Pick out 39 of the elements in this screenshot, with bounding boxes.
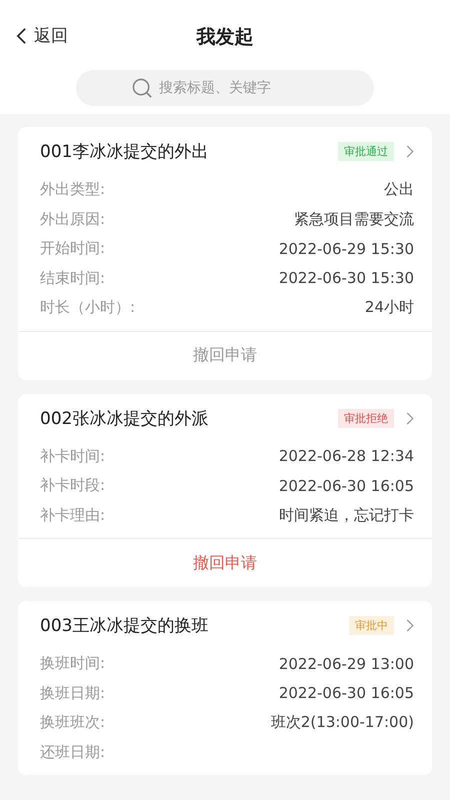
field-value: 2022-06-30 16:05 <box>278 684 414 702</box>
field-label: 外出原因: <box>40 210 106 229</box>
status-tag: 审批拒绝 <box>338 408 394 428</box>
field-label: 换班班次: <box>40 713 106 732</box>
field-label: 换班日期: <box>40 684 106 703</box>
request-card[interactable]: 002张冰冰提交的外派 审批拒绝 补卡时间: 2022-06-28 12:34 补卡时段: 2022-06-30 16:05 补卡理由: 时间紧迫，忘记打卡 撤回申请 <box>18 394 432 587</box>
chevron-right-icon <box>406 145 414 158</box>
field-value: 公出 <box>384 180 414 200</box>
card-title: 002张冰冰提交的外派 <box>40 408 210 430</box>
field-label: 补卡时段: <box>40 476 106 496</box>
status-tag: 审批中 <box>349 616 394 635</box>
field-value: 班次2(13:00-17:00) <box>270 713 414 732</box>
status-tag: 审批通过 <box>338 142 394 161</box>
field-label: 换班时间: <box>40 654 106 674</box>
request-card[interactable]: 003王冰冰提交的换班 审批中 换班时间: 2022-06-29 13:00 换班日期: 2022-06-30 16:05 换班班次: 班次2(13:00-17:00) 还班日期: <box>18 601 432 775</box>
field-label: 时长（小时）: <box>40 298 136 318</box>
field-label: 开始时间: <box>40 239 106 258</box>
chevron-left-icon <box>16 26 27 44</box>
field-label: 补卡理由: <box>40 506 106 525</box>
card-title: 003王冰冰提交的换班 <box>40 615 210 637</box>
field-value: 2022-06-29 15:30 <box>278 240 414 258</box>
card-title: 001李冰冰提交的外出 <box>40 141 210 163</box>
field-label: 结束时间: <box>40 268 106 288</box>
back-button[interactable]: 返回 <box>16 24 68 47</box>
field-value: 2022-06-29 13:00 <box>278 654 414 673</box>
field-value: 紧急项目需要交流 <box>294 210 414 229</box>
field-label: 还班日期: <box>40 742 106 762</box>
field-value: 24小时 <box>364 298 414 318</box>
field-value: 2022-06-30 16:05 <box>278 476 414 495</box>
field-value: 时间紧迫，忘记打卡 <box>279 506 414 525</box>
field-label: 外出类型: <box>40 180 106 200</box>
search-field[interactable]: 搜索标题、关键字 <box>76 70 374 106</box>
page-title: 我发起 <box>196 25 254 50</box>
withdraw-button[interactable]: 撤回申请 <box>18 538 432 587</box>
field-label: 补卡时间: <box>40 446 106 466</box>
chevron-right-icon <box>406 412 414 424</box>
chevron-right-icon <box>406 619 414 632</box>
field-value: 2022-06-28 12:34 <box>278 447 414 466</box>
field-value: 2022-06-30 15:30 <box>278 269 414 288</box>
